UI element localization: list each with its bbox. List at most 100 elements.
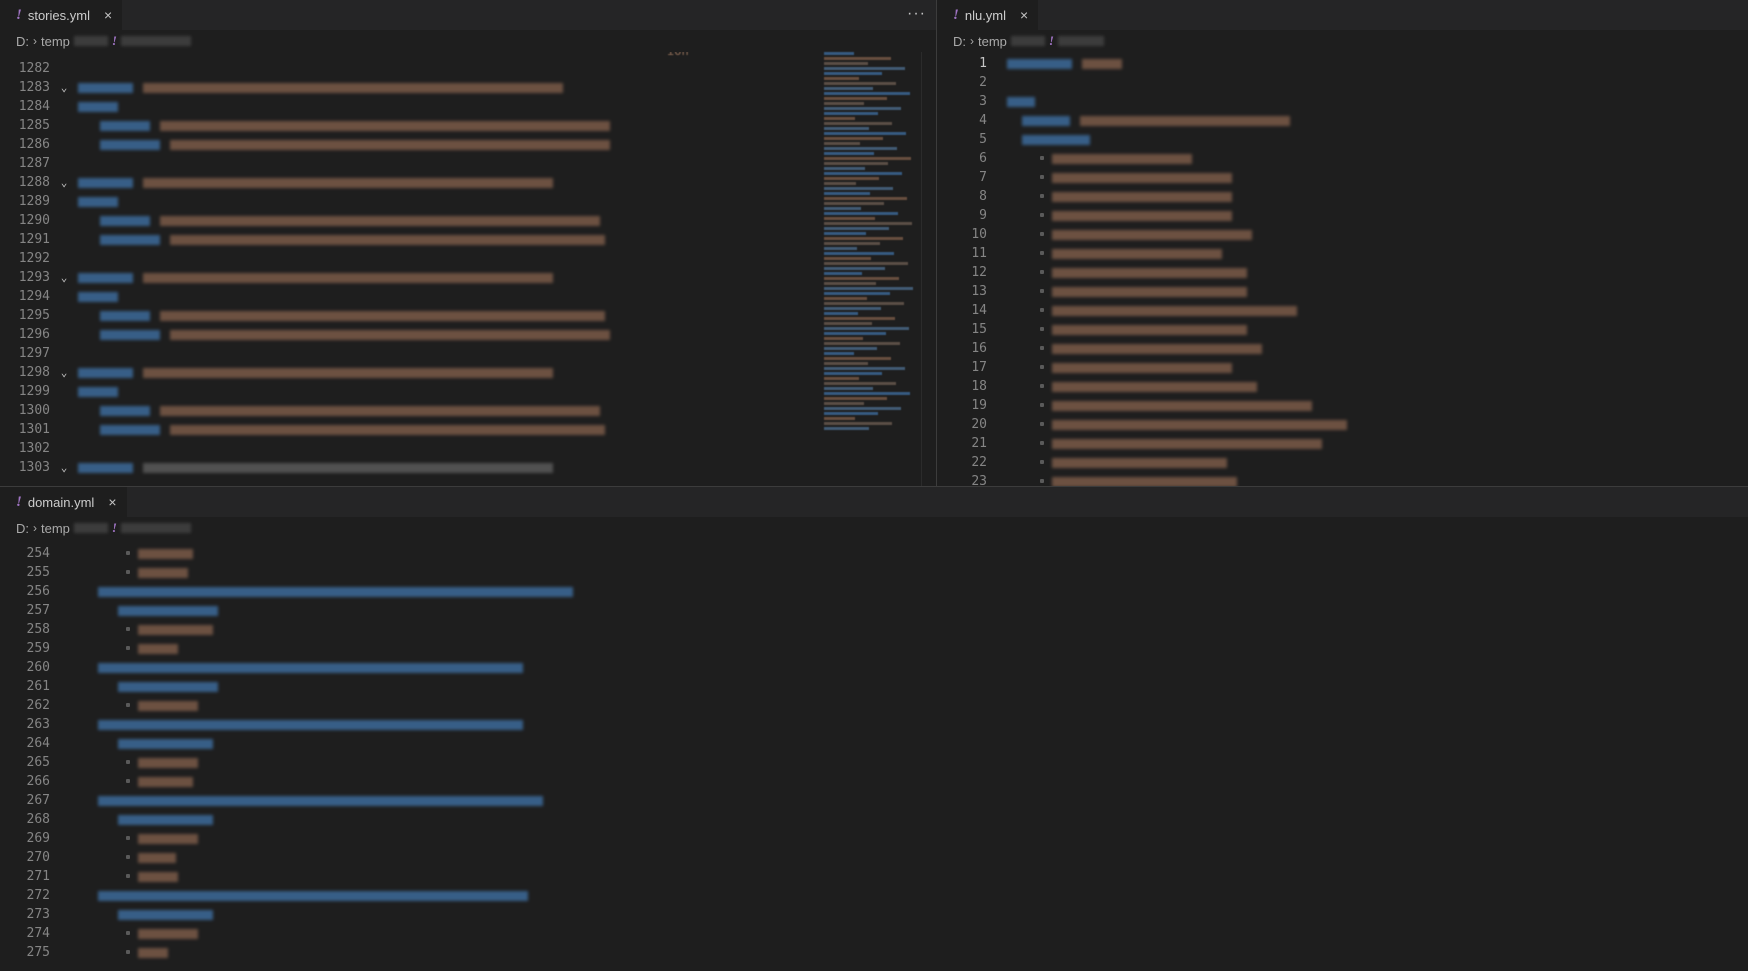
code-line[interactable]: 266	[0, 772, 1748, 791]
code-line[interactable]: 16	[937, 339, 1748, 358]
code-line[interactable]: 3	[937, 92, 1748, 111]
tab-domain-yml[interactable]: ! domain.yml ×	[0, 487, 127, 517]
code-line[interactable]: 9	[937, 206, 1748, 225]
code-line[interactable]: 263	[0, 715, 1748, 734]
code-line[interactable]: 6	[937, 149, 1748, 168]
code-line[interactable]: 1286	[0, 135, 936, 154]
code-line[interactable]: 23	[937, 472, 1748, 486]
code-line[interactable]: 1288 ⌄	[0, 173, 936, 192]
breadcrumb-drive[interactable]: D:	[953, 34, 966, 49]
code-line[interactable]: 20	[937, 415, 1748, 434]
code-line[interactable]: 4	[937, 111, 1748, 130]
code-line[interactable]: 1	[937, 54, 1748, 73]
code-line[interactable]: 19	[937, 396, 1748, 415]
code-line[interactable]: 259	[0, 639, 1748, 658]
code-line[interactable]: 22	[937, 453, 1748, 472]
breadcrumb-redacted[interactable]	[1057, 36, 1104, 46]
code-line[interactable]: 1285	[0, 116, 936, 135]
breadcrumb-redacted[interactable]	[73, 523, 108, 533]
code-line[interactable]: 1298 ⌄	[0, 363, 936, 382]
code-line[interactable]: 264	[0, 734, 1748, 753]
breadcrumb-folder[interactable]: temp	[41, 34, 70, 49]
code-line[interactable]: 275	[0, 943, 1748, 962]
code-line[interactable]: 1290	[0, 211, 936, 230]
tab-stories-yml[interactable]: ! stories.yml ×	[0, 0, 123, 30]
code-line[interactable]: 11	[937, 244, 1748, 263]
code-line[interactable]: 273	[0, 905, 1748, 924]
code-line[interactable]: 10	[937, 225, 1748, 244]
code-line[interactable]: 2	[937, 73, 1748, 92]
code-line[interactable]: 260	[0, 658, 1748, 677]
fold-chevron-icon[interactable]: ⌄	[50, 176, 78, 189]
code-line[interactable]: 1296	[0, 325, 936, 344]
code-line[interactable]: 258	[0, 620, 1748, 639]
fold-chevron-icon[interactable]: ⌄	[50, 461, 78, 474]
code-line[interactable]: 14	[937, 301, 1748, 320]
code-line[interactable]: 270	[0, 848, 1748, 867]
code-line[interactable]: 1299	[0, 382, 936, 401]
code-line[interactable]: 268	[0, 810, 1748, 829]
code-line[interactable]: 1284	[0, 97, 936, 116]
close-icon[interactable]: ×	[108, 494, 116, 510]
code-line[interactable]: 7	[937, 168, 1748, 187]
code-editor[interactable]: 1 2 3 4 5 6 7 8 9 10 11 12 13 14 15 16 17 18 19 20 21 22 23	[937, 52, 1748, 486]
yaml-value-redacted	[1052, 458, 1227, 468]
code-line[interactable]: 256	[0, 582, 1748, 601]
code-line[interactable]: 255	[0, 563, 1748, 582]
code-line[interactable]: 8	[937, 187, 1748, 206]
breadcrumb-redacted[interactable]	[73, 36, 108, 46]
code-line[interactable]: 1294	[0, 287, 936, 306]
fold-chevron-icon[interactable]: ⌄	[50, 271, 78, 284]
code-line[interactable]: 272	[0, 886, 1748, 905]
breadcrumb-folder[interactable]: temp	[978, 34, 1007, 49]
code-line[interactable]: 1302	[0, 439, 936, 458]
more-actions-button[interactable]: ···	[907, 5, 926, 23]
minimap-line	[824, 197, 907, 200]
code-line[interactable]: 5	[937, 130, 1748, 149]
fold-chevron-icon[interactable]: ⌄	[50, 81, 78, 94]
code-line[interactable]: 257	[0, 601, 1748, 620]
code-line[interactable]: 12	[937, 263, 1748, 282]
code-line[interactable]: 1303 ⌄	[0, 458, 936, 477]
code-line[interactable]: 1297	[0, 344, 936, 363]
breadcrumb-drive[interactable]: D:	[16, 34, 29, 49]
breadcrumb-redacted[interactable]	[120, 36, 191, 46]
chevron-right-icon: ›	[33, 34, 37, 48]
breadcrumb-redacted[interactable]	[120, 523, 191, 533]
code-editor[interactable]: ion 12821283⌄12841285128612871288⌄128912…	[0, 52, 936, 477]
code-line[interactable]: 271	[0, 867, 1748, 886]
code-line[interactable]: 13	[937, 282, 1748, 301]
code-line[interactable]: 1292	[0, 249, 936, 268]
code-line[interactable]: 15	[937, 320, 1748, 339]
close-icon[interactable]: ×	[1020, 7, 1028, 23]
code-line[interactable]: 1293 ⌄	[0, 268, 936, 287]
tab-nlu-yml[interactable]: ! nlu.yml ×	[937, 0, 1039, 30]
code-line[interactable]: 274	[0, 924, 1748, 943]
code-line[interactable]: 18	[937, 377, 1748, 396]
code-line[interactable]: 1289	[0, 192, 936, 211]
code-line[interactable]: 269	[0, 829, 1748, 848]
editor-group-nlu: ! nlu.yml × D: › temp ! 1 2 3 4 5 6 7 8 9 10 11 12 1…	[937, 0, 1748, 486]
code-line[interactable]: 1283 ⌄	[0, 78, 936, 97]
minimap[interactable]	[824, 52, 922, 486]
code-line[interactable]: 17	[937, 358, 1748, 377]
code-line[interactable]: 262	[0, 696, 1748, 715]
code-editor[interactable]: 254 255 256 257 258 259 260 261 262 263 264 265 266 2…	[0, 539, 1748, 962]
breadcrumb-redacted[interactable]	[1010, 36, 1045, 46]
code-line[interactable]: 1282	[0, 59, 936, 78]
code-line[interactable]: 1300	[0, 401, 936, 420]
breadcrumb-drive[interactable]: D:	[16, 521, 29, 536]
code-line[interactable]: 1301	[0, 420, 936, 439]
code-line[interactable]: 265	[0, 753, 1748, 772]
code-line[interactable]: 261	[0, 677, 1748, 696]
code-line[interactable]: 267	[0, 791, 1748, 810]
fold-chevron-icon[interactable]: ⌄	[50, 366, 78, 379]
code-line[interactable]: 1295	[0, 306, 936, 325]
code-line[interactable]: 1291	[0, 230, 936, 249]
code-line[interactable]: 1287	[0, 154, 936, 173]
breadcrumb-folder[interactable]: temp	[41, 521, 70, 536]
code-line[interactable]: 21	[937, 434, 1748, 453]
close-icon[interactable]: ×	[104, 7, 112, 23]
code-line[interactable]: 254	[0, 544, 1748, 563]
vertical-scrollbar[interactable]	[921, 52, 936, 486]
